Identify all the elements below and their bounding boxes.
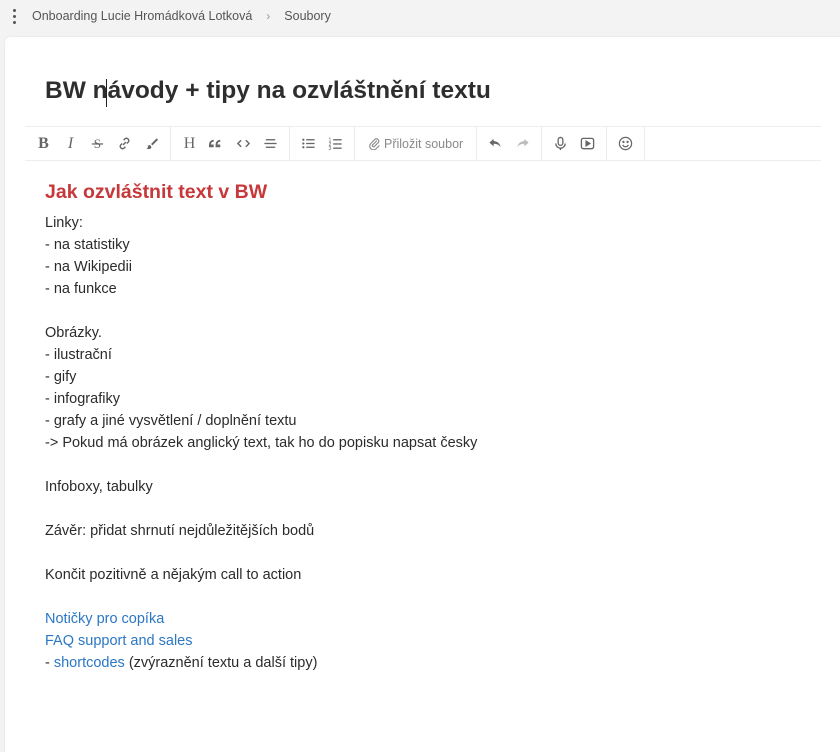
bold-button[interactable]: B — [30, 130, 57, 158]
code-icon — [236, 139, 251, 148]
strikethrough-icon: S — [91, 136, 104, 151]
line-prefix: - — [45, 655, 54, 671]
notes-for-copywriter-link[interactable]: Notičky pro copíka — [45, 611, 164, 627]
video-button[interactable] — [574, 130, 601, 158]
numbered-list-icon: 123 — [328, 138, 342, 151]
link-button[interactable] — [111, 130, 138, 158]
heading-button[interactable]: H — [176, 130, 203, 158]
svg-text:3: 3 — [328, 146, 331, 151]
content-line: Linky: — [45, 215, 83, 231]
shortcodes-link[interactable]: shortcodes — [54, 655, 125, 671]
content-line: Notičky pro copíka — [45, 608, 805, 630]
editor-content[interactable]: Jak ozvláštnit text v BW Linky: - na sta… — [45, 180, 805, 674]
content-line: FAQ support and sales — [45, 630, 805, 652]
document-title[interactable]: BW návody + tipy na ozvláštnění textu — [45, 77, 491, 105]
undo-button[interactable] — [482, 130, 509, 158]
content-line: Infoboxy, tabulky — [45, 479, 153, 495]
code-button[interactable] — [230, 130, 257, 158]
line-suffix: (zvýraznění textu a další tipy) — [124, 655, 318, 671]
content-line: Závěr: přidat shrnutí nejdůležitějších b… — [45, 523, 315, 539]
paperclip-icon — [369, 138, 380, 150]
more-options-icon[interactable] — [0, 0, 28, 32]
document-card: BW návody + tipy na ozvláštnění textu B … — [5, 37, 840, 752]
content-line: -> Pokud má obrázek anglický text, tak h… — [45, 435, 478, 451]
italic-button[interactable]: I — [57, 130, 84, 158]
highlight-button[interactable] — [138, 130, 165, 158]
microphone-button[interactable] — [547, 130, 574, 158]
bullet-list-icon — [302, 138, 315, 149]
attach-file-label: Přiložit soubor — [384, 136, 464, 151]
content-line: - gify — [45, 369, 77, 385]
video-play-icon — [580, 137, 595, 150]
content-line: - ilustrační — [45, 347, 112, 363]
link-icon — [119, 137, 130, 150]
numbered-list-button[interactable]: 123 — [322, 130, 349, 158]
emoji-group — [607, 126, 646, 161]
redo-icon — [517, 138, 529, 148]
content-heading: Jak ozvláštnit text v BW — [45, 181, 268, 203]
attach-file-button[interactable]: Přiložit soubor — [360, 130, 471, 158]
bullet-list-button[interactable] — [295, 130, 322, 158]
top-bar: Onboarding Lucie Hromádková Lotková › So… — [0, 0, 840, 32]
content-line: Končit pozitivně a nějakým call to actio… — [45, 567, 302, 583]
media-group — [542, 126, 608, 161]
text-cursor — [106, 79, 107, 107]
horizontal-rule-icon — [264, 139, 277, 148]
editor-toolbar: B I S H — [25, 126, 821, 161]
list-group: 123 — [290, 126, 355, 161]
format-group: B I S — [25, 126, 171, 161]
attach-group: Přiložit soubor — [355, 126, 478, 161]
undo-icon — [489, 138, 501, 148]
smiley-icon — [619, 136, 633, 151]
content-line: Obrázky. — [45, 325, 102, 341]
block-group: H — [171, 126, 290, 161]
breadcrumb-project[interactable]: Onboarding Lucie Hromádková Lotková — [28, 9, 256, 23]
content-line: - infografiky — [45, 391, 120, 407]
strikethrough-button[interactable]: S — [84, 130, 111, 158]
content-line: - na statistiky — [45, 237, 130, 253]
quote-icon — [209, 139, 221, 148]
microphone-icon — [555, 136, 567, 151]
redo-button[interactable] — [509, 130, 536, 158]
content-line: - shortcodes (zvýraznění textu a další t… — [45, 652, 805, 674]
emoji-button[interactable] — [612, 130, 639, 158]
breadcrumb-separator: › — [266, 9, 271, 23]
brush-icon — [146, 138, 159, 150]
content-line: - na funkce — [45, 281, 117, 297]
breadcrumb-files[interactable]: Soubory — [280, 9, 335, 23]
divider-button[interactable] — [257, 130, 284, 158]
quote-button[interactable] — [203, 130, 230, 158]
faq-support-sales-link[interactable]: FAQ support and sales — [45, 633, 193, 649]
content-line: - grafy a jiné vysvětlení / doplnění tex… — [45, 413, 297, 429]
content-line: - na Wikipedii — [45, 259, 133, 275]
history-group — [477, 126, 543, 161]
